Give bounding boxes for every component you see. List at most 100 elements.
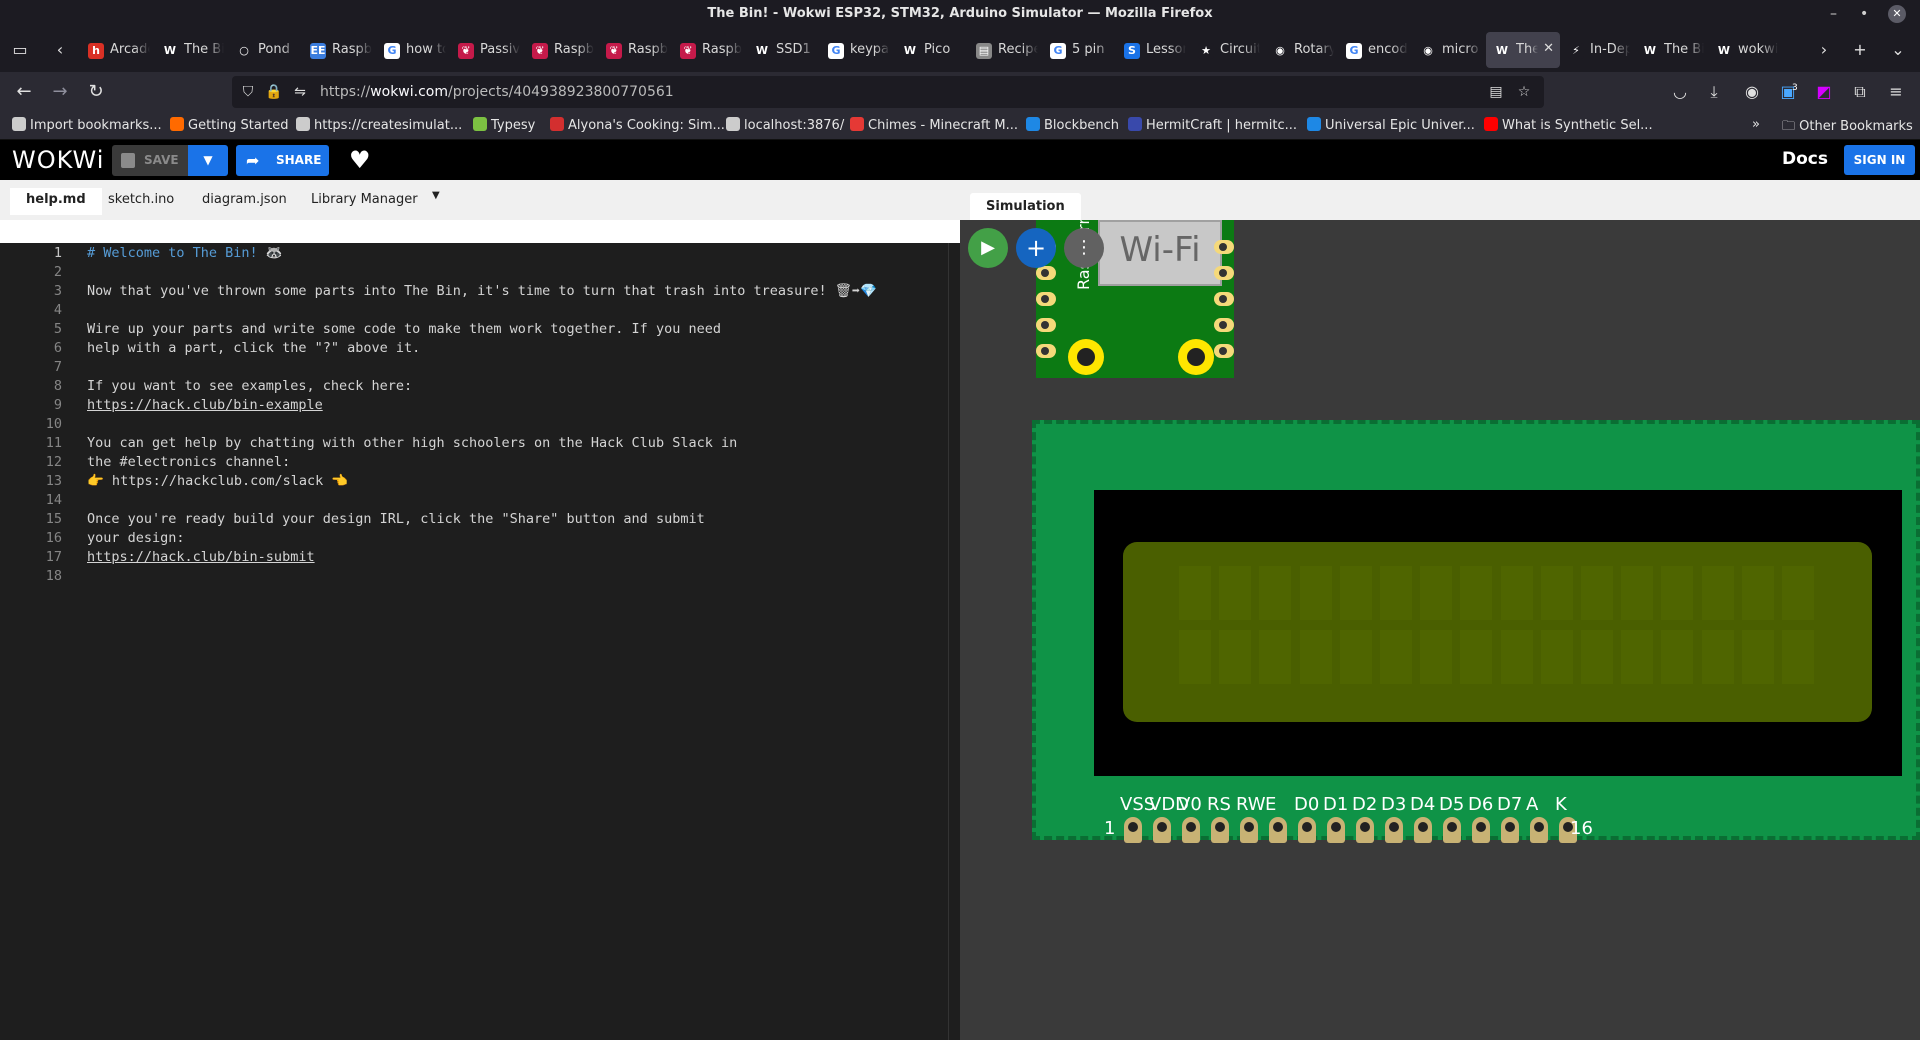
pico-pin[interactable] <box>1214 266 1234 280</box>
lcd-pin[interactable] <box>1298 817 1316 843</box>
browser-tab[interactable]: ❦ Passive <box>450 32 524 68</box>
bookmark-item[interactable]: Universal Epic Univer... <box>1307 117 1475 133</box>
extensions-puzzle-icon[interactable]: ⧉ <box>1844 76 1876 108</box>
lcd-pin[interactable] <box>1414 817 1432 843</box>
lcd-pin[interactable] <box>1443 817 1461 843</box>
browser-tab[interactable]: Ghow to <box>376 32 450 68</box>
code-line[interactable]: You can get help by chatting with other … <box>87 435 737 451</box>
bookmark-item[interactable]: Import bookmarks... <box>12 117 162 133</box>
pico-pin[interactable] <box>1036 266 1056 280</box>
code-line[interactable]: If you want to see examples, check here: <box>87 378 412 394</box>
browser-tab[interactable]: S Lesson <box>1116 32 1190 68</box>
browser-tab[interactable]: W SSD1 <box>746 32 820 68</box>
bookmark-item[interactable]: https://createsimulat... <box>296 117 462 133</box>
scroll-tabs-right-icon[interactable]: › <box>1808 34 1840 66</box>
tab-library-manager[interactable]: Library Manager <box>311 192 418 207</box>
reader-view-icon[interactable]: ▤ <box>1484 76 1508 108</box>
scroll-tabs-left-icon[interactable]: ‹ <box>44 34 76 66</box>
browser-tab[interactable]: ○ Pond <box>228 32 302 68</box>
browser-tab[interactable]: Gkeypad <box>820 32 894 68</box>
lcd-pin[interactable] <box>1356 817 1374 843</box>
browser-tab[interactable]: ◉ Rotary <box>1264 32 1338 68</box>
pico-pin[interactable] <box>1214 292 1234 306</box>
browser-tab[interactable]: ◉ micro <box>1412 32 1486 68</box>
lcd-pin[interactable] <box>1269 817 1287 843</box>
hamburger-menu-icon[interactable]: ≡ <box>1880 76 1912 108</box>
pocket-icon[interactable]: ◡ <box>1664 76 1696 108</box>
pico-pin[interactable] <box>1214 318 1234 332</box>
back-icon[interactable]: ← <box>8 76 40 108</box>
code-line[interactable]: https://hack.club/bin-submit <box>87 549 315 565</box>
browser-tab[interactable]: ❦ Raspberry <box>672 32 746 68</box>
tab-diagram-json[interactable]: diagram.json <box>202 192 287 207</box>
wokwi-logo[interactable]: WOKWi <box>12 146 104 174</box>
share-button[interactable]: ➦ SHARE <box>236 145 329 176</box>
tab-sketch-ino[interactable]: sketch.ino <box>108 192 174 207</box>
pico-pin[interactable] <box>1036 292 1056 306</box>
more-bookmarks-chevron-icon[interactable]: » <box>1752 117 1760 132</box>
tab-simulation[interactable]: Simulation <box>970 193 1081 222</box>
browser-tab[interactable]: W Pico <box>894 32 968 68</box>
lcd-pin[interactable] <box>1240 817 1258 843</box>
lcd-pin[interactable] <box>1530 817 1548 843</box>
bookmark-item[interactable]: Chimes - Minecraft M... <box>850 117 1018 133</box>
color-extension-icon[interactable]: ◩ <box>1808 76 1840 108</box>
browser-tab[interactable]: ★ Circuit <box>1190 32 1264 68</box>
bookmark-item[interactable]: Getting Started <box>170 117 289 133</box>
reload-icon[interactable]: ↻ <box>80 76 112 108</box>
save-button[interactable]: SAVE <box>112 145 188 176</box>
code-editor[interactable]: 1 # Welcome to The Bin! 🦝 2 3 Now that you'v… <box>0 243 948 1040</box>
simulation-canvas[interactable]: Wi-Fi Raspberry Pi VSSVDDV0RSRWED0D1D2D3… <box>960 220 1920 1040</box>
lcd-pin[interactable] <box>1501 817 1519 843</box>
code-line[interactable]: # Welcome to The Bin! 🦝 <box>87 245 283 261</box>
code-line[interactable]: 👉 https://hackclub.com/slack 👈 <box>87 473 348 489</box>
lcd-pin[interactable] <box>1182 817 1200 843</box>
all-tabs-chevron-icon[interactable]: ⌄ <box>1882 34 1914 66</box>
pico-pin[interactable] <box>1214 344 1234 358</box>
browser-tab[interactable]: W The Bin ✕ <box>1486 32 1560 68</box>
editor-scrollbar[interactable] <box>948 243 960 1040</box>
save-dropdown-button[interactable]: ▼ <box>188 145 228 176</box>
bookmark-item[interactable]: What is Synthetic Sel... <box>1484 117 1653 133</box>
docs-link[interactable]: Docs <box>1782 149 1828 169</box>
browser-tab[interactable]: W The Bin <box>154 32 228 68</box>
browser-tab[interactable]: Gencoder <box>1338 32 1412 68</box>
start-simulation-button[interactable]: ▶ <box>968 228 1008 268</box>
browser-tab[interactable]: EE Raspberry <box>302 32 376 68</box>
sign-in-button[interactable]: SIGN IN <box>1844 145 1915 175</box>
close-tab-icon[interactable]: ✕ <box>1543 41 1554 56</box>
tab-list-icon[interactable]: ▭ <box>4 34 36 66</box>
close-window-button[interactable]: ✕ <box>1888 5 1906 23</box>
code-line[interactable]: https://hack.club/bin-example <box>87 397 323 413</box>
lcd-pin[interactable] <box>1211 817 1229 843</box>
code-line[interactable]: Now that you've thrown some parts into T… <box>87 283 877 299</box>
tab-help-md[interactable]: help.md <box>10 188 102 215</box>
tabs-menu-caret-icon[interactable]: ▼ <box>432 190 440 201</box>
pico-pin[interactable] <box>1036 318 1056 332</box>
bookmark-item[interactable]: Typesy <box>473 117 535 133</box>
account-icon[interactable]: ◉ <box>1736 76 1768 108</box>
code-line[interactable]: your design: <box>87 530 185 546</box>
bookmark-item[interactable]: HermitCraft | hermitc... <box>1128 117 1297 133</box>
browser-tab[interactable]: h Arcade <box>80 32 154 68</box>
other-bookmarks-folder[interactable]: 🗀 Other Bookmarks <box>1782 117 1913 139</box>
extension-icon[interactable]: ▣ 3 <box>1772 76 1804 108</box>
bookmark-star-icon[interactable]: ☆ <box>1512 76 1536 108</box>
forward-icon[interactable]: → <box>44 76 76 108</box>
browser-tab[interactable]: ▤ Recipe <box>968 32 1042 68</box>
lcd-pin[interactable] <box>1472 817 1490 843</box>
lcd1602-display[interactable]: VSS VDD V0 RS RW E D0 D1 D2 D3 D4 D5 D6 D7 A K 1 16 <box>1032 420 1920 843</box>
downloads-icon[interactable]: ⤓ <box>1698 76 1730 108</box>
bookmark-item[interactable]: Alyona's Cooking: Sim... <box>550 117 725 133</box>
browser-tab[interactable]: ❦ Raspberry <box>598 32 672 68</box>
maximize-button[interactable]: • <box>1860 0 1868 28</box>
lcd-pin[interactable] <box>1385 817 1403 843</box>
pico-pin[interactable] <box>1214 240 1234 254</box>
like-heart-icon[interactable]: ♥ <box>349 146 371 174</box>
code-line[interactable]: the #electronics channel: <box>87 454 290 470</box>
tracking-shield-icon[interactable]: ⛉ <box>236 76 260 108</box>
minimize-button[interactable]: – <box>1830 0 1837 28</box>
lcd-pin[interactable] <box>1124 817 1142 843</box>
browser-tab[interactable]: ⚡ In-Depth <box>1560 32 1634 68</box>
browser-tab[interactable]: G 5 pin <box>1042 32 1116 68</box>
